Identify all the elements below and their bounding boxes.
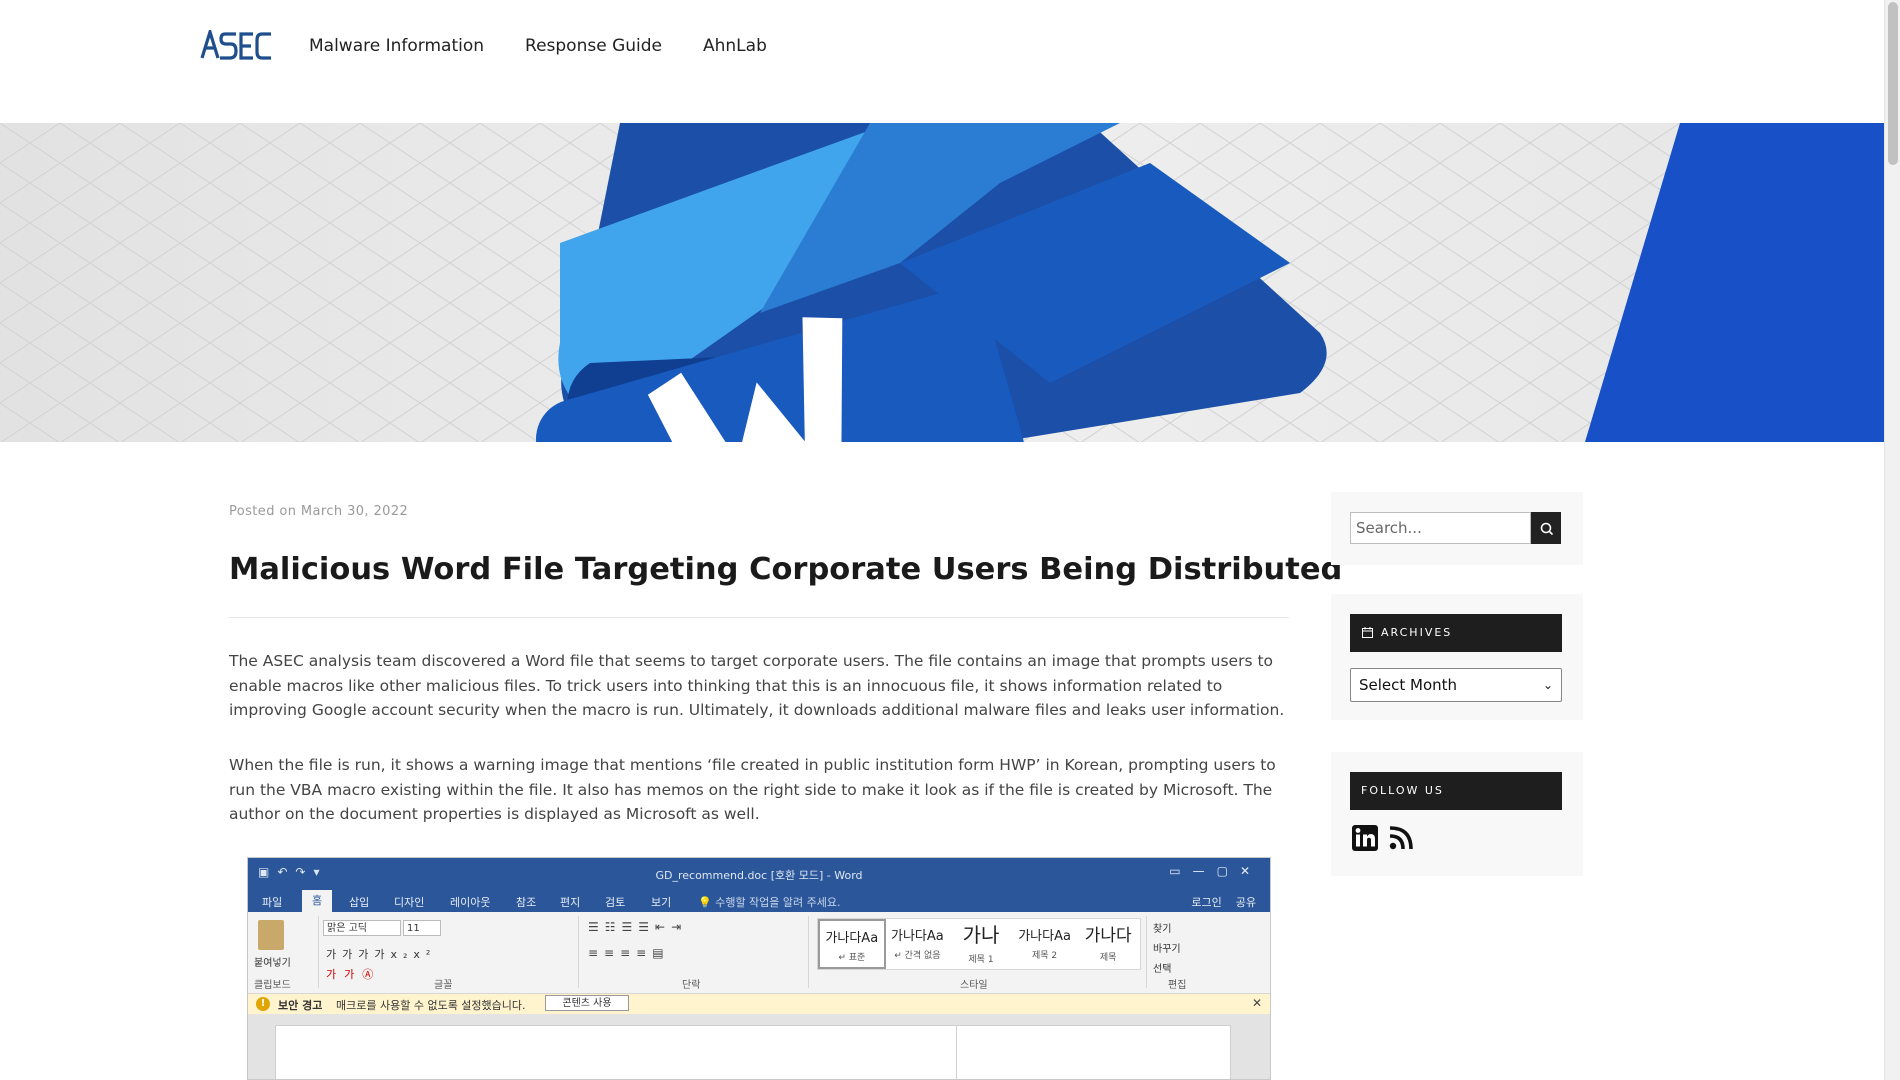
chevron-down-icon: ⌄ — [1542, 678, 1553, 692]
follow-title: FOLLOW US — [1361, 784, 1444, 797]
group-label: 편집 — [1168, 980, 1187, 991]
edit-replace: 바꾸기 — [1153, 944, 1181, 955]
ribbon-separator — [1146, 916, 1147, 988]
archives-select-value: Select Month — [1359, 676, 1458, 694]
word-ribbon: 붙여넣기 맑은 고딕 11 가가가가x₂x² 가가Ⓐ ☰☷☰☰⇤⇥ ≡≡≡≡▤ … — [248, 912, 1270, 994]
group-label: 스타일 — [960, 980, 988, 991]
word-title-bar: ▣↶↷▾ GD_recommend.doc [호환 모드] - Word ▭—▢… — [248, 858, 1270, 890]
post-date[interactable]: March 30, 2022 — [301, 504, 408, 519]
calendar-icon — [1362, 627, 1373, 638]
search-input[interactable]: Search... — [1350, 512, 1531, 544]
style-sample: 가나다Aa — [1018, 929, 1071, 944]
ribbon-separator — [578, 916, 579, 988]
close-icon: ✕ — [1251, 996, 1262, 1010]
warning-message: 매크로를 사용할 수 없도록 설정했습니다. — [336, 999, 526, 1012]
scrollbar-thumb[interactable] — [1888, 2, 1898, 165]
font-size-box: 11 — [403, 920, 441, 936]
linkedin-icon[interactable] — [1351, 824, 1379, 852]
search-button[interactable] — [1531, 512, 1561, 544]
search-widget: Search... — [1331, 492, 1583, 565]
enable-content-button: 콘텐츠 사용 — [545, 995, 629, 1011]
word-ribbon-tabs: 파일 홈 삽입 디자인 레이아웃 참조 편지 검토 보기 💡 수행할 작업을 알… — [248, 890, 1270, 912]
font-color-icons: 가가Ⓐ — [326, 968, 382, 981]
group-label: 단락 — [682, 980, 701, 991]
style-name: ↵ 표준 — [838, 953, 866, 963]
word-login: 로그인 — [1191, 896, 1222, 909]
post-paragraph: When the file is run, it shows a warning… — [229, 756, 1276, 823]
archives-title: ARCHIVES — [1381, 626, 1453, 639]
word-tab: 삽입 — [349, 896, 370, 909]
warning-label: 보안 경고 — [278, 999, 323, 1012]
nav-ahnlab[interactable]: AhnLab — [703, 36, 767, 56]
site-header: Malware Information Response Guide AhnLa… — [0, 0, 1884, 123]
style-item: 가나다Aa ↵ 간격 없음 — [886, 919, 950, 969]
style-name: ↵ 간격 없음 — [894, 951, 941, 961]
word-tab: 보기 — [651, 896, 672, 909]
style-name: 제목 1 — [968, 955, 994, 965]
style-sample: 가나다 — [1084, 926, 1132, 946]
warning-icon: ! — [256, 997, 270, 1011]
word-tab: 파일 — [262, 896, 283, 909]
styles-gallery: 가나다Aa ↵ 표준 가나다Aa ↵ 간격 없음 가나 제목 1 가나다Aa 제목 2 … — [817, 918, 1141, 970]
word-doc-title: GD_recommend.doc [호환 모드] - Word — [655, 869, 863, 882]
follow-title-bar: FOLLOW US — [1350, 772, 1562, 810]
security-warning-bar: ! 보안 경고 매크로를 사용할 수 없도록 설정했습니다. 콘텐츠 사용 ✕ — [248, 994, 1270, 1015]
font-name-box: 맑은 고딕 — [323, 920, 401, 936]
style-name: 제목 — [1099, 953, 1117, 963]
word-tab: 검토 — [605, 896, 626, 909]
hero-banner — [0, 123, 1884, 442]
paste-label: 붙여넣기 — [254, 958, 291, 969]
paste-icon — [258, 920, 284, 950]
word-tell-me: 💡 수행할 작업을 알려 주세요. — [698, 896, 841, 909]
style-name: 제목 2 — [1032, 951, 1058, 961]
word-tab: 편지 — [560, 896, 581, 909]
style-sample: 가나 — [962, 923, 1000, 947]
paragraph-icons: ☰☷☰☰⇤⇥ — [588, 920, 688, 934]
word-document-area — [248, 1014, 1270, 1079]
window-controls-icon: ▭—▢✕ — [1169, 864, 1262, 878]
post-paragraph: The ASEC analysis team discovered a Word… — [229, 652, 1285, 719]
asec-logo[interactable] — [200, 30, 272, 60]
style-item: 가나다Aa 제목 2 — [1013, 919, 1077, 969]
follow-widget: FOLLOW US — [1331, 752, 1583, 876]
edit-group: 찾기 바꾸기 선택 — [1153, 920, 1181, 980]
alignment-icons: ≡≡≡≡▤ — [588, 946, 670, 960]
word-tab-active: 홈 — [302, 890, 333, 912]
word-screenshot-image: ▣↶↷▾ GD_recommend.doc [호환 모드] - Word ▭—▢… — [247, 857, 1271, 1080]
style-sample: 가나다Aa — [891, 929, 944, 944]
search-icon — [1540, 522, 1554, 536]
word-page — [275, 1025, 1231, 1079]
title-divider — [229, 617, 1289, 618]
archives-widget: ARCHIVES Select Month ⌄ — [1331, 594, 1583, 720]
edit-find: 찾기 — [1153, 924, 1172, 935]
group-label: 글꼴 — [434, 980, 453, 991]
word-tell-me-text: 수행할 작업을 알려 주세요. — [715, 896, 841, 909]
style-sample: 가나다Aa — [825, 931, 879, 946]
style-item: 가나다제목 — [1076, 919, 1140, 969]
style-item: 가나다Aa ↵ 표준 — [818, 919, 886, 969]
word-tab: 레이아웃 — [450, 896, 491, 909]
posted-on-label: Posted on — [229, 504, 297, 519]
archives-month-select[interactable]: Select Month ⌄ — [1350, 668, 1562, 702]
word-share: 공유 — [1235, 896, 1256, 909]
nav-response-guide[interactable]: Response Guide — [525, 36, 662, 56]
nav-malware-information[interactable]: Malware Information — [309, 36, 484, 56]
post-meta: Posted on March 30, 2022 — [229, 504, 408, 519]
ribbon-separator — [318, 916, 319, 988]
archives-title-bar: ARCHIVES — [1350, 614, 1562, 652]
page-scrollbar[interactable] — [1884, 0, 1900, 1080]
word-tab: 참조 — [516, 896, 537, 909]
rss-icon[interactable] — [1387, 824, 1415, 852]
main-nav: Malware Information Response Guide AhnLa… — [309, 36, 808, 56]
word-account: 로그인 공유 — [1191, 894, 1256, 910]
word-logo-illustration — [0, 123, 1884, 442]
post-title: Malicious Word File Targeting Corporate … — [229, 552, 1343, 587]
style-item: 가나제목 1 — [949, 919, 1013, 969]
font-format-icons: 가가가가x₂x² — [326, 948, 437, 961]
group-label: 클립보드 — [254, 980, 291, 991]
word-comment-divider — [956, 1026, 957, 1079]
ribbon-separator — [808, 916, 809, 988]
word-tab: 디자인 — [394, 896, 425, 909]
